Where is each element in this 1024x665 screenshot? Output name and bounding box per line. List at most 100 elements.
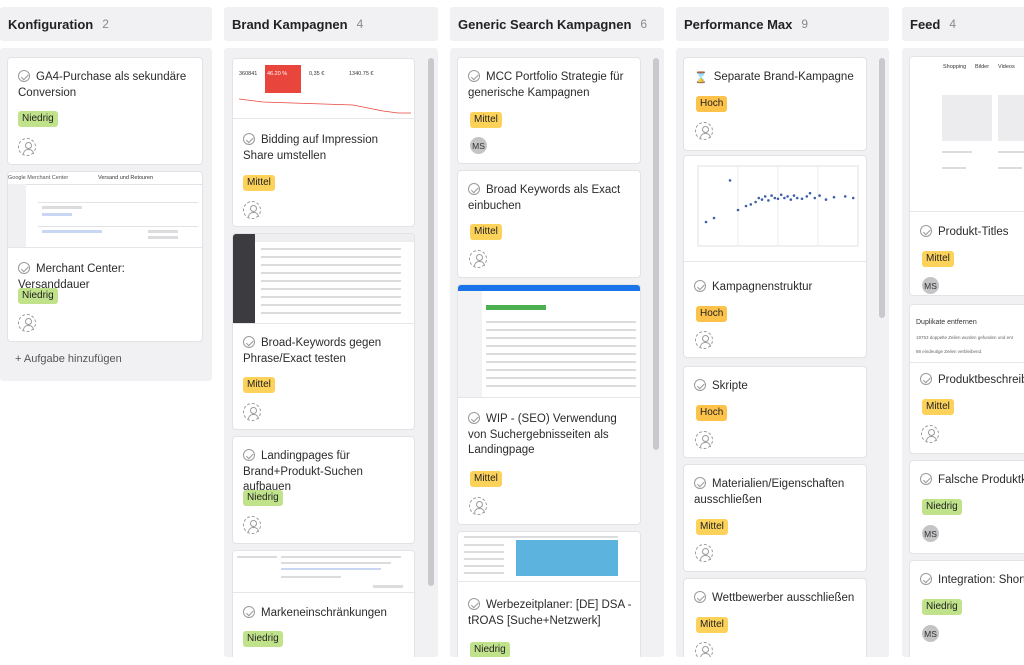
checkmark-icon[interactable] bbox=[920, 225, 932, 237]
checkmark-icon[interactable] bbox=[243, 336, 255, 348]
task-card[interactable]: Broad Keywords als Exact einbuchen Mitte… bbox=[457, 170, 641, 278]
scatter-point bbox=[795, 196, 799, 200]
column-body-brand-kampagnen: 360841 46.20 % 0,35 € 1340.75 € Bidding … bbox=[224, 48, 438, 657]
checkmark-icon[interactable] bbox=[694, 477, 706, 489]
priority-badge: Mittel bbox=[470, 471, 502, 487]
assign-user-icon[interactable] bbox=[18, 138, 36, 156]
checkmark-icon[interactable] bbox=[468, 412, 480, 424]
card-title: WIP - (SEO) Verwendung von Suchergebniss… bbox=[468, 413, 617, 456]
card-title: GA4-Purchase als sekundäre Conversion bbox=[18, 71, 187, 99]
scatter-point bbox=[763, 195, 767, 198]
task-card[interactable]: Skripte Hoch bbox=[683, 366, 867, 458]
column-header-performance-max[interactable]: Performance Max 9 bbox=[676, 7, 889, 41]
avatar[interactable]: MS bbox=[922, 625, 939, 642]
card-thumbnail bbox=[233, 234, 414, 324]
assign-user-icon[interactable] bbox=[469, 497, 487, 515]
scatter-point bbox=[760, 198, 764, 201]
column-body-konfiguration: GA4-Purchase als sekundäre Conversion Ni… bbox=[0, 48, 212, 381]
add-task-button[interactable]: + Aufgabe hinzufügen bbox=[15, 353, 122, 365]
task-card[interactable]: Materialien/Eigenschaften ausschließen M… bbox=[683, 464, 867, 572]
scatter-point bbox=[767, 199, 770, 202]
scatter-point bbox=[704, 220, 708, 224]
checkmark-icon[interactable] bbox=[243, 449, 255, 461]
scatter-point bbox=[783, 196, 786, 200]
assign-user-icon[interactable] bbox=[18, 314, 36, 332]
task-card[interactable]: Shopping Bilder Videos Produkt-Titles Mi… bbox=[909, 56, 1024, 296]
checkmark-icon[interactable] bbox=[920, 473, 932, 485]
kanban-board: Konfiguration 2 GA4-Purchase als sekundä… bbox=[0, 0, 1024, 665]
card-thumbnail bbox=[684, 156, 866, 262]
task-card[interactable]: Google Merchant Center Versand und Retou… bbox=[7, 171, 203, 342]
scatter-point bbox=[779, 193, 783, 197]
scatter-point bbox=[786, 195, 789, 198]
assign-user-icon[interactable] bbox=[695, 544, 713, 562]
checkmark-icon[interactable] bbox=[18, 70, 30, 82]
assign-user-icon[interactable] bbox=[695, 122, 713, 140]
scatter-point bbox=[728, 179, 732, 182]
card-thumbnail: Google Merchant Center Versand und Retou… bbox=[8, 172, 202, 248]
task-card[interactable]: Markeneinschränkungen Niedrig bbox=[232, 550, 415, 657]
card-title: Broad-Keywords gegen Phrase/Exact testen bbox=[243, 337, 382, 365]
column-body-generic-search: MCC Portfolio Strategie für generische K… bbox=[450, 48, 664, 657]
task-card[interactable]: Broad-Keywords gegen Phrase/Exact testen… bbox=[232, 233, 415, 430]
task-card[interactable]: Integration: Short-T Niedrig MS bbox=[909, 560, 1024, 657]
card-title: Landingpages für Brand+Produkt-Suchen au… bbox=[243, 450, 363, 493]
checkmark-icon[interactable] bbox=[468, 598, 480, 610]
assign-user-icon[interactable] bbox=[695, 331, 713, 349]
scatter-point bbox=[805, 195, 809, 198]
assign-user-icon[interactable] bbox=[921, 425, 939, 443]
avatar[interactable]: MS bbox=[922, 525, 939, 542]
column-scrollbar[interactable] bbox=[653, 58, 659, 450]
card-title: Produkt-Titles bbox=[938, 226, 1009, 238]
column-header-generic-search[interactable]: Generic Search Kampagnen 6 bbox=[450, 7, 664, 41]
task-card[interactable]: Falsche Produktkat Niedrig MS bbox=[909, 460, 1024, 554]
checkmark-icon[interactable] bbox=[920, 373, 932, 385]
avatar[interactable]: MS bbox=[470, 137, 487, 154]
scatter-point bbox=[754, 200, 757, 204]
checkmark-icon[interactable] bbox=[243, 133, 255, 145]
priority-badge: Mittel bbox=[696, 519, 728, 535]
column-count: 4 bbox=[356, 17, 364, 31]
assign-user-icon[interactable] bbox=[695, 431, 713, 449]
checkmark-icon[interactable] bbox=[694, 379, 706, 391]
checkmark-icon[interactable] bbox=[468, 183, 480, 195]
task-card[interactable]: GA4-Purchase als sekundäre Conversion Ni… bbox=[7, 57, 203, 165]
task-card[interactable]: Wettbewerber ausschließen Mittel bbox=[683, 578, 867, 657]
assign-user-icon[interactable] bbox=[243, 201, 261, 219]
checkmark-icon[interactable] bbox=[694, 280, 706, 292]
column-header-konfiguration[interactable]: Konfiguration 2 bbox=[0, 7, 212, 41]
task-card[interactable]: ⌛ Separate Brand-Kampagne Hoch bbox=[683, 57, 867, 151]
assign-user-icon[interactable] bbox=[695, 642, 713, 657]
column-header-feed[interactable]: Feed 4 bbox=[902, 7, 1024, 41]
scatter-point bbox=[818, 194, 821, 197]
checkmark-icon[interactable] bbox=[18, 262, 30, 274]
checkmark-icon[interactable] bbox=[243, 606, 255, 618]
card-title: Kampagnenstruktur bbox=[712, 281, 813, 293]
column-scrollbar[interactable] bbox=[428, 58, 434, 586]
avatar[interactable]: MS bbox=[922, 277, 939, 294]
assign-user-icon[interactable] bbox=[243, 516, 261, 534]
priority-badge: Hoch bbox=[696, 306, 728, 322]
assign-user-icon[interactable] bbox=[243, 403, 261, 421]
task-card[interactable]: Landingpages für Brand+Produkt-Suchen au… bbox=[232, 436, 415, 544]
task-card[interactable]: Werbezeitplaner: [DE] DSA - tROAS [Suche… bbox=[457, 531, 641, 657]
task-card[interactable]: WIP - (SEO) Verwendung von Suchergebniss… bbox=[457, 284, 641, 525]
card-title: Separate Brand-Kampagne bbox=[713, 71, 854, 83]
assign-user-icon[interactable] bbox=[469, 250, 487, 268]
checkmark-icon[interactable] bbox=[694, 591, 706, 603]
task-card[interactable]: Kampagnenstruktur Hoch bbox=[683, 155, 867, 358]
task-card[interactable]: Duplikate entfernen 19753 doppelte Zeile… bbox=[909, 304, 1024, 454]
column-scrollbar[interactable] bbox=[879, 58, 885, 318]
priority-badge: Mittel bbox=[922, 399, 954, 415]
task-card[interactable]: MCC Portfolio Strategie für generische K… bbox=[457, 57, 641, 164]
checkmark-icon[interactable] bbox=[920, 573, 932, 585]
scatter-point bbox=[792, 194, 796, 197]
scatter-plot bbox=[697, 165, 859, 247]
task-card[interactable]: 360841 46.20 % 0,35 € 1340.75 € Bidding … bbox=[232, 58, 415, 227]
column-title: Performance Max bbox=[684, 16, 793, 32]
card-title: Broad Keywords als Exact einbuchen bbox=[468, 184, 621, 212]
column-header-brand-kampagnen[interactable]: Brand Kampagnen 4 bbox=[224, 7, 438, 41]
priority-badge: Mittel bbox=[243, 175, 275, 191]
checkmark-icon[interactable] bbox=[468, 70, 480, 82]
scatter-point bbox=[843, 195, 847, 198]
